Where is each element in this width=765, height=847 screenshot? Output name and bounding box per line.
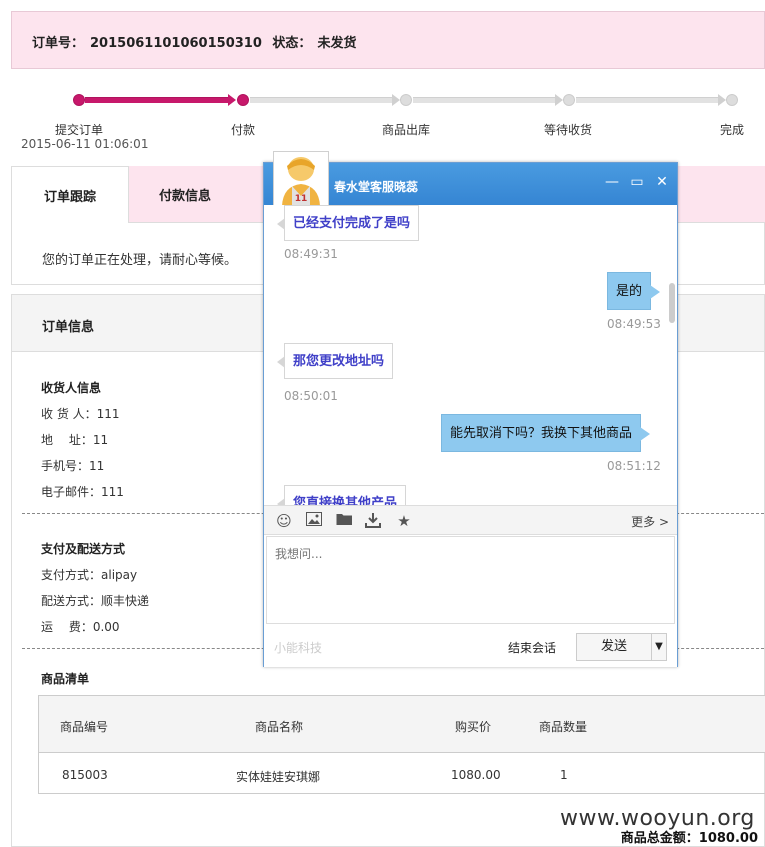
order-header: 订单号： 2015061101060150310 状态： 未发货 [11, 11, 765, 69]
col-header-price: 购买价 [455, 720, 492, 734]
order-status: 未发货 [317, 36, 357, 51]
product-name-cell: 实体娃娃安琪娜 [236, 770, 321, 784]
payment-delivery-title: 支付及配送方式 [41, 542, 126, 556]
step-label-submit: 提交订单 [55, 123, 104, 137]
maximize-icon[interactable]: ▭ [627, 172, 647, 192]
message-time: 08:50:01 [284, 389, 338, 403]
payment-method: 支付方式：alipay [41, 568, 138, 582]
step-date-submit: 2015-06-11 01:06:01 [21, 137, 149, 151]
progress-bar-3 [413, 97, 555, 103]
download-icon[interactable] [364, 512, 382, 530]
end-session-button[interactable]: 结束会话 [508, 639, 556, 656]
star-icon[interactable]: ★ [395, 512, 413, 530]
product-price-cell: 1080.00 [451, 768, 501, 782]
product-table: 商品编号 商品名称 购买价 商品数量 815003 实体娃娃安琪娜 1080.0… [38, 695, 765, 794]
progress-bar-1 [85, 97, 228, 103]
image-icon[interactable] [305, 512, 323, 530]
svg-text:11: 11 [295, 194, 308, 204]
agent-avatar: 11 [273, 151, 329, 207]
chat-message-list[interactable]: 已经支付完成了是吗 08:49:31 是的 08:49:53 那您更改地址吗 0… [264, 205, 677, 505]
chat-toolbar: ☺ ★ 更多 > [264, 505, 677, 535]
minimize-icon[interactable]: — [602, 172, 622, 192]
progress-arrow-3 [555, 94, 563, 106]
step-label-shipped: 商品出库 [382, 123, 431, 137]
col-header-quantity: 商品数量 [539, 720, 588, 734]
order-status-label: 状态： [272, 36, 312, 51]
product-list-title: 商品清单 [41, 672, 90, 686]
recipient-name: 收 货 人：111 [41, 407, 120, 421]
chat-input[interactable] [266, 536, 675, 624]
order-number-label: 订单号： [32, 36, 85, 51]
delivery-method: 配送方式：顺丰快递 [41, 594, 150, 608]
chat-scrollbar[interactable] [669, 283, 675, 323]
product-quantity-cell: 1 [560, 768, 568, 782]
recipient-email: 电子邮件：111 [41, 485, 124, 499]
progress-step-dot-1 [73, 94, 85, 106]
step-label-complete: 完成 [720, 123, 745, 137]
recipient-title: 收货人信息 [41, 381, 102, 395]
more-link[interactable]: 更多 > [631, 513, 669, 530]
product-table-header [39, 696, 765, 753]
agent-message: 那您更改地址吗 [276, 343, 394, 379]
recipient-address: 地 址：11 [41, 433, 109, 447]
progress-arrow-1 [228, 94, 236, 106]
chat-window: 11 春水堂客服晓蕊 — ▭ ✕ 已经支付完成了是吗 08:49:31 是的 0… [263, 151, 678, 667]
user-message: 是的 [607, 272, 661, 310]
send-button[interactable]: 发送 [576, 633, 652, 661]
progress-arrow-2 [392, 94, 400, 106]
progress-bar-4 [576, 97, 718, 103]
message-time: 08:51:12 [607, 459, 661, 473]
order-number: 2015061101060150310 [90, 36, 262, 51]
col-header-product-id: 商品编号 [60, 720, 109, 734]
chat-title-bar[interactable]: 11 春水堂客服晓蕊 — ▭ ✕ [264, 151, 677, 207]
progress-arrow-4 [718, 94, 726, 106]
recipient-phone: 手机号：11 [41, 459, 105, 473]
emoji-icon[interactable]: ☺ [275, 512, 293, 530]
order-info-title: 订单信息 [42, 320, 95, 335]
processing-message: 您的订单正在处理，请耐心等候。 [42, 253, 238, 268]
progress-bar-2 [250, 97, 392, 103]
product-id-cell: 815003 [62, 768, 108, 782]
col-header-product-name: 商品名称 [255, 720, 304, 734]
progress-step-dot-5 [726, 94, 738, 106]
send-options-dropdown[interactable]: ▼ [651, 633, 667, 661]
step-label-waiting: 等待收货 [544, 123, 593, 137]
progress-step-dot-2 [237, 94, 249, 106]
progress-step-dot-4 [563, 94, 575, 106]
message-time: 08:49:53 [607, 317, 661, 331]
folder-icon[interactable] [335, 512, 353, 530]
shipping-fee: 运 费：0.00 [41, 620, 120, 634]
agent-message: 您直接换其他产品 [276, 485, 407, 505]
tab-order-tracking[interactable]: 订单跟踪 [11, 166, 129, 223]
agent-name: 春水堂客服晓蕊 [334, 180, 419, 194]
message-time: 08:49:31 [284, 247, 338, 261]
agent-message: 已经支付完成了是吗 [276, 205, 420, 241]
agent-avatar-icon: 11 [282, 157, 320, 206]
user-message: 能先取消下吗？我换下其他商品 [441, 414, 651, 452]
watermark: www.wooyun.org [560, 806, 755, 831]
progress-step-dot-3 [400, 94, 412, 106]
brand-label: 小能科技 [274, 641, 323, 655]
order-summary: 订单号： 2015061101060150310 状态： 未发货 [32, 32, 362, 51]
step-label-paid: 付款 [231, 123, 256, 137]
chat-footer: 小能科技 结束会话 发送 ▼ [264, 626, 677, 667]
close-icon[interactable]: ✕ [652, 172, 672, 192]
